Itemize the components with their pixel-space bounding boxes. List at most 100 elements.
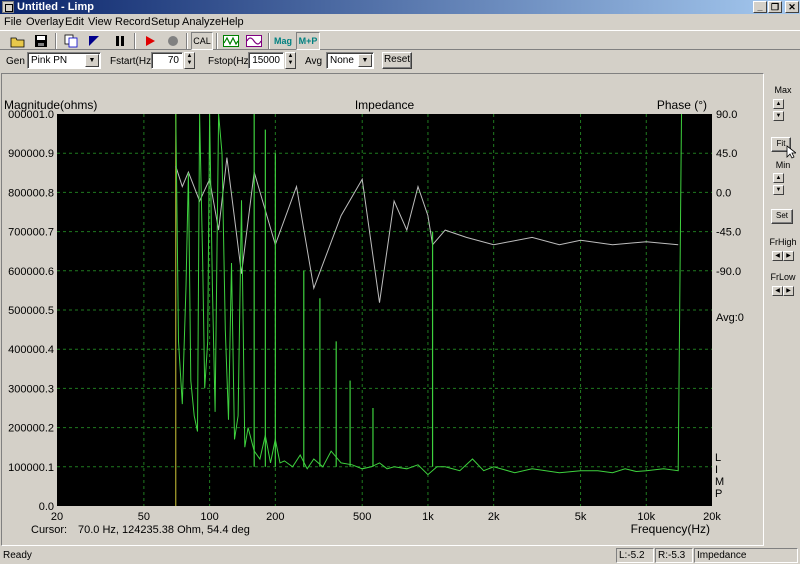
- y-tick-label: 900000.9: [8, 148, 54, 160]
- wave-view-button[interactable]: [244, 32, 264, 50]
- avg-readout: Avg:0: [716, 312, 744, 324]
- y-tick-label: 200000.2: [8, 423, 54, 435]
- stop-button[interactable]: [163, 32, 183, 50]
- close-button[interactable]: ✕: [785, 1, 799, 13]
- y2-tick-label: -45.0: [716, 227, 741, 239]
- save-disk-icon: [35, 35, 47, 47]
- y2-tick-label: 0.0: [716, 187, 731, 199]
- y-tick-label: 600000.6: [8, 266, 54, 278]
- mag-button[interactable]: Mag: [272, 32, 294, 50]
- status-ready: Ready: [3, 550, 32, 561]
- fstop-label: Fstop(Hz): [208, 56, 252, 67]
- cal-button[interactable]: CAL: [191, 32, 213, 50]
- max-down-button[interactable]: ▼: [773, 111, 784, 121]
- gen-value: Pink PN: [31, 55, 68, 66]
- x-tick-label: 2k: [488, 511, 500, 523]
- menu-record[interactable]: Record: [115, 16, 150, 28]
- limp-watermark-letter: L: [715, 452, 721, 464]
- menu-analyze[interactable]: Analyze: [182, 16, 221, 28]
- x-tick-label: 50: [138, 511, 150, 523]
- y2-tick-label: 90.0: [716, 109, 737, 121]
- frhigh-left-button[interactable]: ◀: [772, 251, 783, 261]
- y2-axis-title: Phase (°): [657, 98, 707, 112]
- menu-overlay[interactable]: Overlay: [26, 16, 64, 28]
- scale-control-panel: Max ▲ ▼ Fit Min ▲ ▼ Set FrHigh ◀ ▶ FrLow…: [766, 73, 800, 546]
- menu-file[interactable]: File: [4, 16, 22, 28]
- record-button[interactable]: [140, 32, 160, 50]
- min-label: Min: [775, 160, 791, 170]
- open-button[interactable]: [8, 32, 28, 50]
- gen-select[interactable]: Pink PN ▼: [27, 52, 101, 69]
- min-up-button[interactable]: ▲: [773, 173, 784, 183]
- fstop-input[interactable]: 15000: [248, 52, 284, 69]
- y-axis-title: Magnitude(ohms): [4, 98, 97, 112]
- maximize-button[interactable]: ❐: [768, 1, 782, 13]
- y2-tick-label: -90.0: [716, 266, 741, 278]
- y-tick-label: 400000.4: [8, 344, 54, 356]
- limp-watermark-letter: I: [715, 464, 718, 476]
- gen-label: Gen: [6, 56, 25, 67]
- avg-value: None: [330, 55, 354, 66]
- play-record-icon: [146, 36, 155, 46]
- marker-button[interactable]: [84, 32, 104, 50]
- limp-watermark-letter: P: [715, 488, 722, 500]
- limp-watermark-letter: M: [715, 476, 724, 488]
- save-button[interactable]: [31, 32, 51, 50]
- phase-view-button[interactable]: [221, 32, 241, 50]
- min-down-button[interactable]: ▼: [773, 185, 784, 195]
- status-bar: Ready L:-5.2 R:-5.3 Impedance Measuremen…: [0, 547, 800, 564]
- window-title: Untitled - Limp: [17, 1, 94, 13]
- y-tick-label: 300000.3: [8, 383, 54, 395]
- pause-icon: [116, 36, 124, 46]
- avg-label: Avg: [305, 56, 323, 67]
- x-tick-label: 100: [200, 511, 218, 523]
- impedance-plot-panel: 000001.0 900000.9 800000.8 700000.7 600000.6…: [1, 73, 764, 546]
- x-tick-label: 5k: [575, 511, 587, 523]
- frhigh-label: FrHigh: [769, 237, 797, 247]
- frlow-right-button[interactable]: ▶: [783, 286, 794, 296]
- max-up-button[interactable]: ▲: [773, 99, 784, 109]
- y-tick-label: 800000.8: [8, 187, 54, 199]
- fstop-spinner[interactable]: ▲ ▼: [285, 52, 296, 69]
- menu-help[interactable]: Help: [221, 16, 244, 28]
- impedance-chart[interactable]: 000001.0900000.9800000.8700000.7600000.6…: [2, 74, 763, 545]
- fstart-spinner[interactable]: ▲ ▼: [184, 52, 195, 69]
- avg-select[interactable]: None ▼: [326, 52, 374, 69]
- frlow-label: FrLow: [770, 272, 796, 282]
- chart-title: Impedance: [355, 98, 415, 112]
- flag-icon: [89, 36, 99, 46]
- frlow-left-button[interactable]: ◀: [772, 286, 783, 296]
- minimize-button[interactable]: _: [753, 1, 767, 13]
- generator-bar: Gen Pink PN ▼ Fstart(Hz) 70 ▲ ▼ Fstop(Hz)…: [0, 51, 800, 71]
- x-tick-label: 200: [266, 511, 284, 523]
- mag-phase-button[interactable]: M+P: [296, 32, 320, 50]
- menu-view[interactable]: View: [88, 16, 112, 28]
- wave-icon: [246, 35, 262, 47]
- fstart-input[interactable]: 70: [151, 52, 183, 69]
- status-right-level: R:-5.3: [655, 548, 693, 563]
- dropdown-arrow-icon: ▼: [358, 54, 372, 67]
- reset-button[interactable]: Reset: [382, 52, 412, 69]
- menu-setup[interactable]: Setup: [151, 16, 180, 28]
- y-tick-label: 700000.7: [8, 227, 54, 239]
- limp-window: Untitled - Limp _ ❐ ✕ File Overlay Edit …: [0, 0, 800, 564]
- frhigh-right-button[interactable]: ▶: [783, 251, 794, 261]
- status-mode: Impedance Measurement: [694, 548, 798, 564]
- copy-button[interactable]: [61, 32, 81, 50]
- dropdown-arrow-icon: ▼: [85, 54, 99, 67]
- max-label: Max: [774, 85, 792, 95]
- copy-icon: [64, 34, 78, 48]
- y2-tick-label: 45.0: [716, 148, 737, 160]
- cursor-readout: 70.0 Hz, 124235.38 Ohm, 54.4 deg: [78, 524, 250, 536]
- x-tick-label: 1k: [422, 511, 434, 523]
- mouse-cursor-icon: [786, 145, 796, 159]
- toolbar: CAL Mag M+P: [0, 30, 800, 50]
- set-button[interactable]: Set: [771, 209, 793, 224]
- title-bar: Untitled - Limp _ ❐ ✕: [0, 0, 800, 14]
- y-tick-label: 100000.1: [8, 462, 54, 474]
- pause-button[interactable]: [110, 32, 130, 50]
- cursor-label: Cursor:: [31, 524, 67, 536]
- menu-edit[interactable]: Edit: [65, 16, 84, 28]
- y-tick-label: 500000.5: [8, 305, 54, 317]
- x-tick-label: 500: [353, 511, 371, 523]
